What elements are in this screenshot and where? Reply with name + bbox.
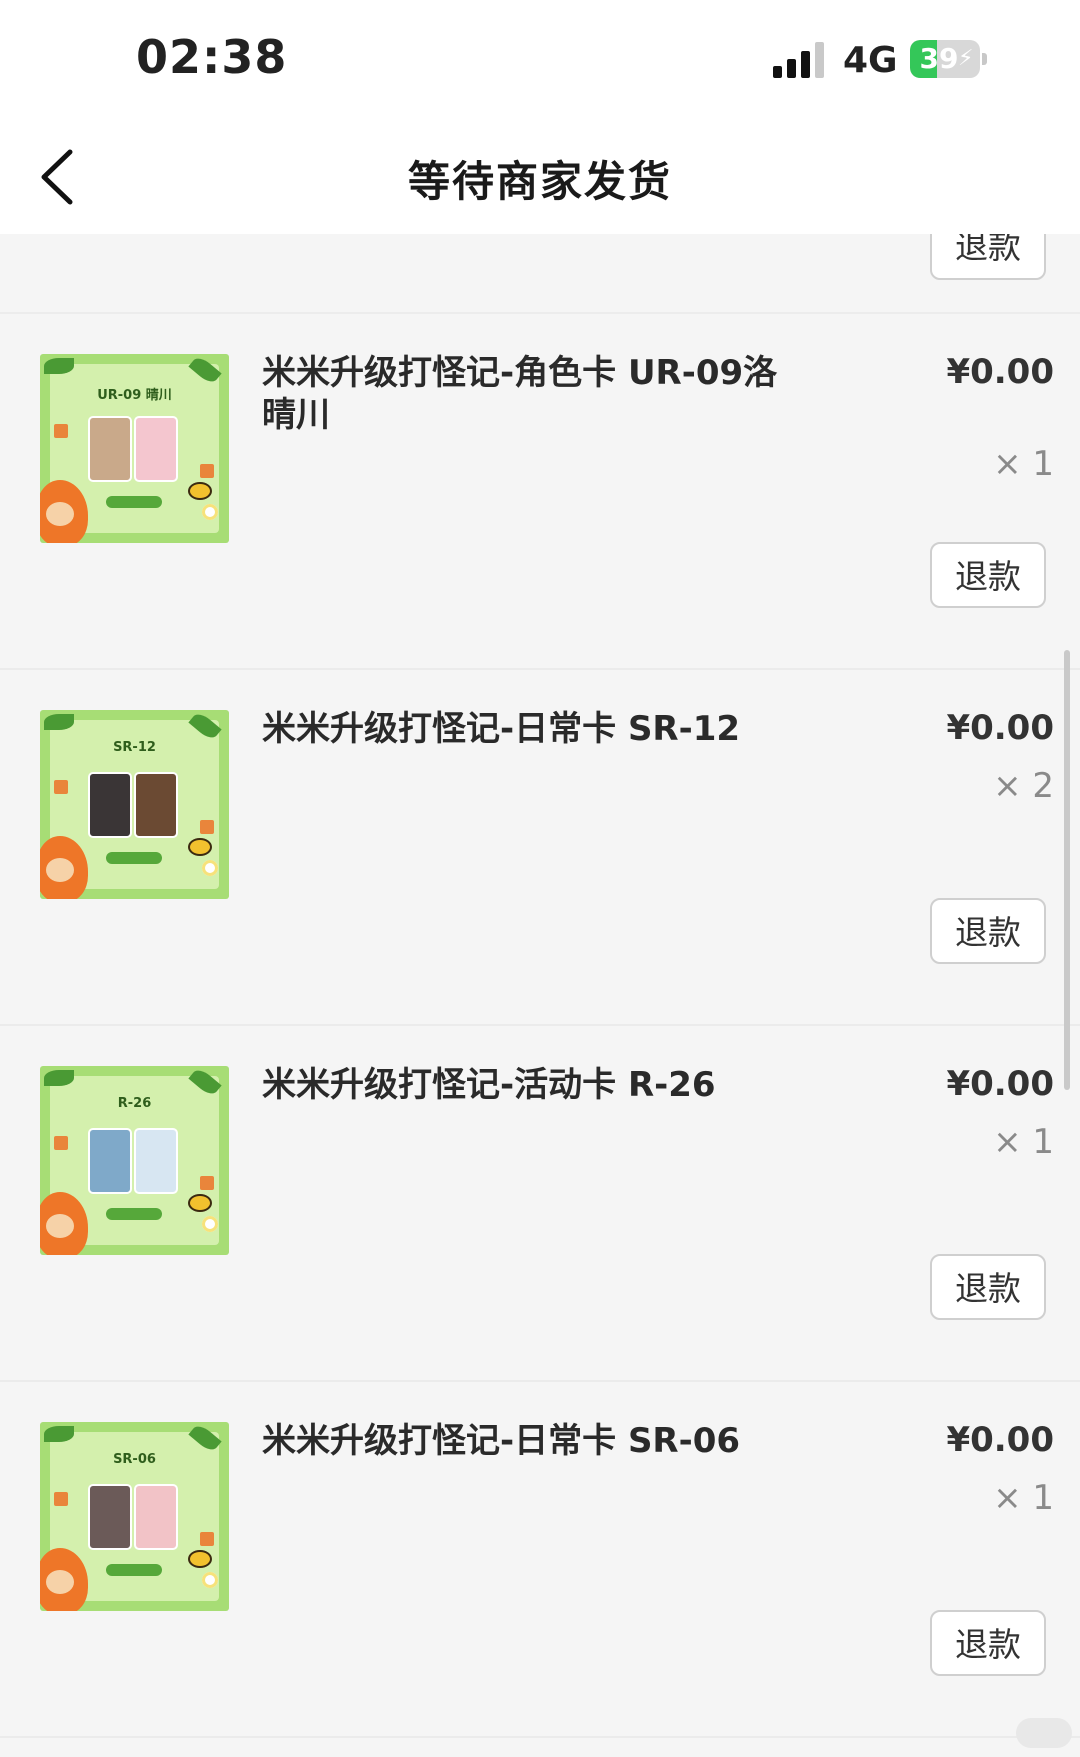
number-tag bbox=[200, 464, 214, 478]
card-label-pill bbox=[106, 852, 162, 864]
card-label-pill bbox=[106, 496, 162, 508]
order-item-list[interactable]: 退款 UR-09 晴川 米米升级打怪记-角色卡 UR-09洛晴川 ¥0.00 ×… bbox=[0, 234, 1080, 1757]
product-title[interactable]: 米米升级打怪记-日常卡 SR-12 bbox=[262, 708, 802, 750]
product-price: ¥0.00 bbox=[946, 1420, 1054, 1460]
number-tag bbox=[54, 780, 68, 794]
product-thumbnail[interactable]: R-26 bbox=[40, 1066, 229, 1255]
bee-icon bbox=[188, 838, 212, 856]
product-price: ¥0.00 bbox=[946, 708, 1054, 748]
card-photo bbox=[134, 772, 178, 838]
order-item: SR-06 米米升级打怪记-日常卡 SR-06 ¥0.00 × 1 退款 bbox=[0, 1382, 1080, 1738]
product-quantity: × 2 bbox=[993, 766, 1054, 806]
card-label-pill bbox=[106, 1564, 162, 1576]
card-photo bbox=[88, 1128, 132, 1194]
flower-icon bbox=[202, 1216, 218, 1232]
order-item: R-26 米米升级打怪记-活动卡 R-26 ¥0.00 × 1 退款 bbox=[0, 1026, 1080, 1382]
status-bar: 02:38 4G 39 ⚡ bbox=[0, 0, 1080, 120]
battery-body: 39 ⚡ bbox=[910, 40, 980, 78]
product-price: ¥0.00 bbox=[946, 1064, 1054, 1104]
product-price: ¥0.00 bbox=[946, 352, 1054, 392]
status-time: 02:38 bbox=[136, 30, 288, 84]
page-title: 等待商家发货 bbox=[407, 157, 672, 206]
number-tag bbox=[54, 1136, 68, 1150]
card-label-pill bbox=[106, 1208, 162, 1220]
watermark-badge bbox=[1016, 1718, 1072, 1748]
battery-charging-icon: 39 ⚡ bbox=[910, 40, 988, 78]
bolt-icon: ⚡ bbox=[958, 46, 974, 71]
leaf-decoration bbox=[44, 1070, 74, 1086]
battery-cap bbox=[982, 53, 987, 65]
refund-button[interactable]: 退款 bbox=[930, 234, 1046, 280]
number-tag bbox=[200, 820, 214, 834]
card-photo bbox=[134, 416, 178, 482]
order-item: SR-12 米米升级打怪记-日常卡 SR-12 ¥0.00 × 2 退款 bbox=[0, 670, 1080, 1026]
product-thumbnail[interactable]: SR-12 bbox=[40, 710, 229, 899]
card-photo bbox=[88, 772, 132, 838]
card-photo bbox=[88, 1484, 132, 1550]
leaf-decoration bbox=[44, 358, 74, 374]
product-thumbnail[interactable]: SR-06 bbox=[40, 1422, 229, 1611]
number-tag bbox=[200, 1532, 214, 1546]
number-tag bbox=[54, 424, 68, 438]
number-tag bbox=[54, 1492, 68, 1506]
flower-icon bbox=[202, 1572, 218, 1588]
bee-icon bbox=[188, 482, 212, 500]
leaf-decoration bbox=[44, 1426, 74, 1442]
flower-icon bbox=[202, 504, 218, 520]
order-item: UR-09 晴川 米米升级打怪记-角色卡 UR-09洛晴川 ¥0.00 × 1 … bbox=[0, 314, 1080, 670]
refund-button[interactable]: 退款 bbox=[930, 1254, 1046, 1320]
product-quantity: × 1 bbox=[993, 444, 1054, 484]
product-quantity: × 1 bbox=[993, 1122, 1054, 1162]
bee-icon bbox=[188, 1550, 212, 1568]
scrollbar[interactable] bbox=[1064, 650, 1070, 1090]
card-photo bbox=[88, 416, 132, 482]
app-root: 02:38 4G 39 ⚡ 等待商家发货 退款 UR-09 晴川 米米升级打怪记… bbox=[0, 0, 1080, 1757]
leaf-decoration bbox=[44, 714, 74, 730]
refund-button[interactable]: 退款 bbox=[930, 542, 1046, 608]
product-title[interactable]: 米米升级打怪记-活动卡 R-26 bbox=[262, 1064, 802, 1106]
network-type: 4G bbox=[843, 40, 898, 81]
refund-button[interactable]: 退款 bbox=[930, 1610, 1046, 1676]
product-thumbnail[interactable]: UR-09 晴川 bbox=[40, 354, 229, 543]
flower-icon bbox=[202, 860, 218, 876]
previous-item-tail: 退款 bbox=[0, 234, 1080, 314]
product-quantity: × 1 bbox=[993, 1478, 1054, 1518]
signal-bars-icon bbox=[773, 42, 824, 78]
product-title[interactable]: 米米升级打怪记-日常卡 SR-06 bbox=[262, 1420, 802, 1462]
thumbnail-code: SR-12 bbox=[113, 740, 156, 755]
bee-icon bbox=[188, 1194, 212, 1212]
product-title[interactable]: 米米升级打怪记-角色卡 UR-09洛晴川 bbox=[262, 352, 802, 436]
refund-button[interactable]: 退款 bbox=[930, 898, 1046, 964]
card-photo bbox=[134, 1128, 178, 1194]
thumbnail-code: UR-09 晴川 bbox=[97, 388, 172, 403]
nav-bar: 等待商家发货 bbox=[0, 120, 1080, 234]
number-tag bbox=[200, 1176, 214, 1190]
card-photo bbox=[134, 1484, 178, 1550]
thumbnail-code: R-26 bbox=[117, 1096, 152, 1111]
thumbnail-code: SR-06 bbox=[113, 1452, 156, 1467]
